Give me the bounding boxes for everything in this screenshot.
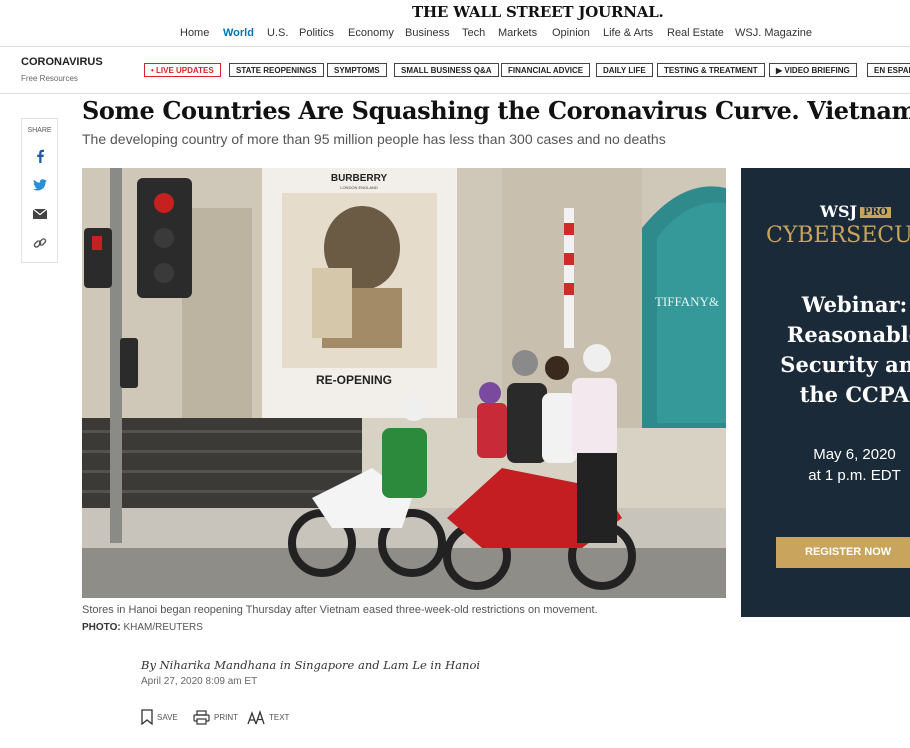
photo-credit-name: KHAM/REUTERS	[123, 622, 203, 633]
pill-en-espanol[interactable]: EN ESPAÑOL	[867, 63, 910, 77]
nav-item-tech[interactable]: Tech	[462, 27, 485, 39]
photo-credit-label: PHOTO:	[82, 622, 121, 633]
pill-live-updates[interactable]: • LIVE UPDATES	[144, 63, 221, 77]
print-button[interactable]: PRINT	[193, 707, 238, 727]
article-date: April 27, 2020 8:09 am ET	[141, 676, 258, 687]
bookmark-icon	[141, 709, 153, 725]
ad-pro-badge: PRO	[860, 207, 891, 218]
wsj-pro-ad[interactable]: WSJPRO CYBERSECURITY Webinar: Reasonable…	[741, 168, 910, 617]
nav-item-markets[interactable]: Markets	[498, 27, 537, 39]
ad-brand-wsj: WSJ	[820, 202, 858, 221]
photo-credit: PHOTO: KHAM/REUTERS	[82, 622, 203, 633]
main-nav: Home World U.S. Politics Economy Busines…	[0, 27, 910, 43]
nav-item-economy[interactable]: Economy	[348, 27, 394, 39]
section-bar: CORONAVIRUS Free Resources • LIVE UPDATE…	[0, 46, 910, 94]
nav-item-home[interactable]: Home	[180, 27, 209, 39]
pill-daily-life[interactable]: DAILY LIFE	[596, 63, 653, 77]
nav-item-business[interactable]: Business	[405, 27, 450, 39]
text-label: TEXT	[269, 712, 290, 722]
article-byline: By Niharika Mandhana in Singapore and La…	[141, 658, 481, 672]
nav-item-politics[interactable]: Politics	[299, 27, 334, 39]
pill-symptoms[interactable]: SYMPTOMS	[327, 63, 387, 77]
nav-item-us[interactable]: U.S.	[267, 27, 288, 39]
masthead: THE WALL STREET JOURNAL. Home World U.S.…	[0, 0, 910, 46]
email-icon[interactable]	[31, 205, 49, 223]
section-subtitle: Free Resources	[21, 74, 78, 83]
pill-video-briefing[interactable]: ▶ VIDEO BRIEFING	[769, 63, 857, 77]
twitter-icon[interactable]	[31, 176, 49, 194]
link-icon[interactable]	[31, 234, 49, 252]
poster-reopening: RE-OPENING	[316, 373, 392, 387]
section-title[interactable]: CORONAVIRUS	[21, 56, 103, 68]
nav-item-opinion[interactable]: Opinion	[552, 27, 590, 39]
text-size-icon	[247, 709, 265, 724]
printer-icon	[193, 709, 210, 725]
article-headline: Some Countries Are Squashing the Coronav…	[82, 96, 910, 125]
nav-item-real-estate[interactable]: Real Estate	[667, 27, 724, 39]
pill-testing-treatment[interactable]: TESTING & TREATMENT	[657, 63, 765, 77]
ad-headline: Webinar: Reasonable Security and the CCP…	[780, 292, 910, 407]
tiffany-sign: TIFFANY&	[655, 294, 719, 309]
nav-item-life-arts[interactable]: Life & Arts	[603, 27, 653, 39]
nav-item-world[interactable]: World	[223, 27, 254, 39]
text-size-button[interactable]: TEXT	[247, 707, 289, 727]
pill-financial-advice[interactable]: FINANCIAL ADVICE	[501, 63, 591, 77]
facebook-icon[interactable]	[31, 147, 49, 165]
ad-brand: WSJ PRO	[820, 202, 891, 221]
article-dek: The developing country of more than 95 m…	[82, 131, 666, 147]
poster-brand: BURBERRY	[331, 173, 388, 184]
poster-brand-sub: LONDON ENGLAND	[340, 185, 378, 190]
pill-state-reopenings[interactable]: STATE REOPENINGS	[229, 63, 324, 77]
ad-date: May 6, 2020 at 1 p.m. EDT	[808, 446, 901, 484]
save-button[interactable]: SAVE	[141, 707, 178, 727]
ad-category: CYBERSECURITY	[766, 223, 910, 248]
register-now-button[interactable]: REGISTER NOW	[776, 537, 910, 568]
wsj-logo[interactable]: THE WALL STREET JOURNAL.	[412, 3, 664, 21]
article-photo[interactable]: BURBERRY LONDON ENGLAND RE-OPENING TIFFA…	[82, 168, 726, 598]
pill-small-business[interactable]: SMALL BUSINESS Q&A	[394, 63, 499, 77]
share-rail: SHARE	[21, 118, 58, 263]
share-label: SHARE	[27, 127, 52, 134]
nav-item-wsj-magazine[interactable]: WSJ. Magazine	[735, 27, 812, 39]
photo-caption: Stores in Hanoi began reopening Thursday…	[82, 604, 598, 616]
print-label: PRINT	[214, 712, 238, 722]
save-label: SAVE	[157, 712, 178, 722]
